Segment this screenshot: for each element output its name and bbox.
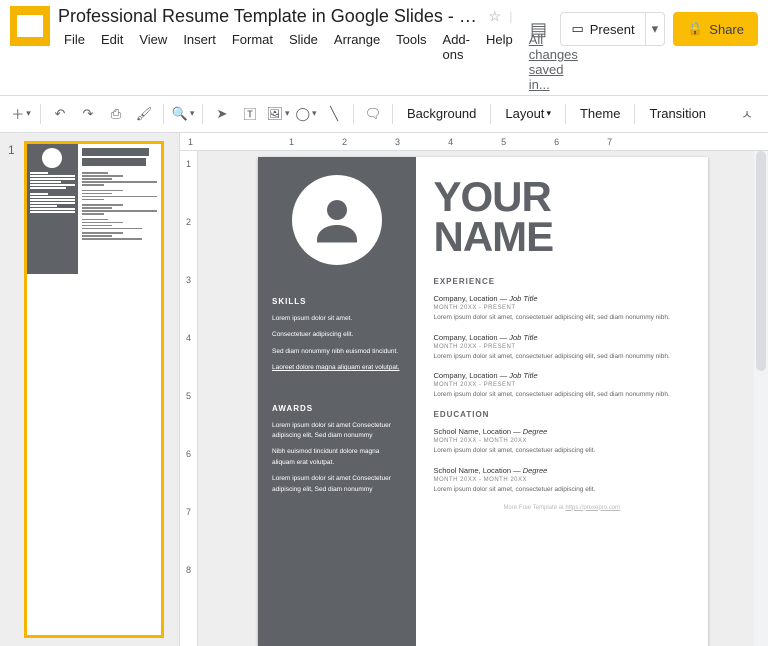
toolbar: ＋▾ ↶ ↷ ⎙ 🖌 🔍▾ ➤ 🅃 🖼▾ ◯▾ ╲ 🗨 Background L… xyxy=(0,95,768,133)
menu-view[interactable]: View xyxy=(133,29,173,95)
scrollbar-vertical[interactable] xyxy=(754,151,768,646)
skills-text: Consectetuer adipiscing elit. xyxy=(272,330,402,340)
awards-text: Lorem ipsum dolor sit amet Consectetuer … xyxy=(272,421,402,442)
separator: | xyxy=(509,9,512,24)
share-label: Share xyxy=(709,22,744,37)
education-entry: School Name, Location — Degree MONTH 20X… xyxy=(434,427,691,456)
zoom-button[interactable]: 🔍▾ xyxy=(170,101,196,127)
shape-tool[interactable]: ◯▾ xyxy=(293,101,319,127)
skills-text: Lorem ipsum dolor sit amet. xyxy=(272,314,402,324)
background-button[interactable]: Background xyxy=(399,101,484,127)
education-entry: School Name, Location — Degree MONTH 20X… xyxy=(434,466,691,495)
new-slide-button[interactable]: ＋▾ xyxy=(8,101,34,127)
menu-tools[interactable]: Tools xyxy=(390,29,432,95)
theme-button[interactable]: Theme xyxy=(572,101,628,127)
textbox-tool[interactable]: 🅃 xyxy=(237,101,263,127)
menu-file[interactable]: File xyxy=(58,29,91,95)
slides-logo[interactable] xyxy=(10,6,50,46)
layout-button[interactable]: Layout▾ xyxy=(497,101,559,127)
paint-format-button[interactable]: 🖌 xyxy=(131,101,157,127)
share-button[interactable]: 🔒 Share xyxy=(673,12,758,46)
skills-text: Sed diam nonummy nibh euismod tincidunt. xyxy=(272,347,402,357)
menu-format[interactable]: Format xyxy=(226,29,279,95)
awards-text: Nibh euismod tincidunt dolore magna aliq… xyxy=(272,447,402,468)
skills-heading: SKILLS xyxy=(272,297,402,306)
slide-canvas[interactable]: SKILLS Lorem ipsum dolor sit amet. Conse… xyxy=(258,157,708,646)
menu-bar: File Edit View Insert Format Slide Arran… xyxy=(58,29,512,95)
experience-entry: Company, Location — Job Title MONTH 20XX… xyxy=(434,333,691,362)
undo-button[interactable]: ↶ xyxy=(47,101,73,127)
present-icon: ▭ xyxy=(571,21,583,37)
menu-addons[interactable]: Add-ons xyxy=(437,29,476,95)
present-label: Present xyxy=(590,22,635,37)
line-tool[interactable]: ╲ xyxy=(321,101,347,127)
hide-menus-button[interactable]: ㅅ xyxy=(734,101,760,127)
awards-heading: AWARDS xyxy=(272,404,402,413)
ruler-horizontal: 11234567 xyxy=(180,133,768,151)
slide-number: 1 xyxy=(8,141,18,638)
awards-text: Lorem ipsum dolor sit amet Consectetuer … xyxy=(272,474,402,495)
ruler-vertical: 12345678 xyxy=(180,151,198,646)
select-tool[interactable]: ➤ xyxy=(209,101,235,127)
present-button[interactable]: ▭ Present xyxy=(561,13,644,45)
print-button[interactable]: ⎙ xyxy=(103,101,129,127)
education-heading: EDUCATION xyxy=(434,410,691,419)
menu-arrange[interactable]: Arrange xyxy=(328,29,386,95)
name-heading: YOUR NAME xyxy=(434,177,691,257)
transition-button[interactable]: Transition xyxy=(641,101,714,127)
comment-tool[interactable]: 🗨 xyxy=(360,101,386,127)
filmstrip: 1 xyxy=(0,133,180,646)
image-tool[interactable]: 🖼▾ xyxy=(265,101,291,127)
experience-entry: Company, Location — Job Title MONTH 20XX… xyxy=(434,294,691,323)
menu-edit[interactable]: Edit xyxy=(95,29,129,95)
skills-text: Laoreet dolore magna aliquam erat volutp… xyxy=(272,363,402,373)
avatar-placeholder xyxy=(292,175,382,265)
footer-credit: More Free Template at https://prexepro.c… xyxy=(434,505,691,511)
redo-button[interactable]: ↷ xyxy=(75,101,101,127)
star-icon[interactable]: ☆ xyxy=(489,8,502,25)
experience-heading: EXPERIENCE xyxy=(434,277,691,286)
slide-thumbnail-1[interactable] xyxy=(24,141,164,638)
lock-icon: 🔒 xyxy=(687,21,703,37)
menu-slide[interactable]: Slide xyxy=(283,29,324,95)
document-title[interactable]: Professional Resume Template in Google S… xyxy=(58,6,481,27)
present-dropdown[interactable]: ▾ xyxy=(645,13,665,45)
menu-help[interactable]: Help xyxy=(480,29,519,95)
comments-icon[interactable]: ▤ xyxy=(524,15,552,43)
experience-entry: Company, Location — Job Title MONTH 20XX… xyxy=(434,371,691,400)
menu-insert[interactable]: Insert xyxy=(177,29,222,95)
